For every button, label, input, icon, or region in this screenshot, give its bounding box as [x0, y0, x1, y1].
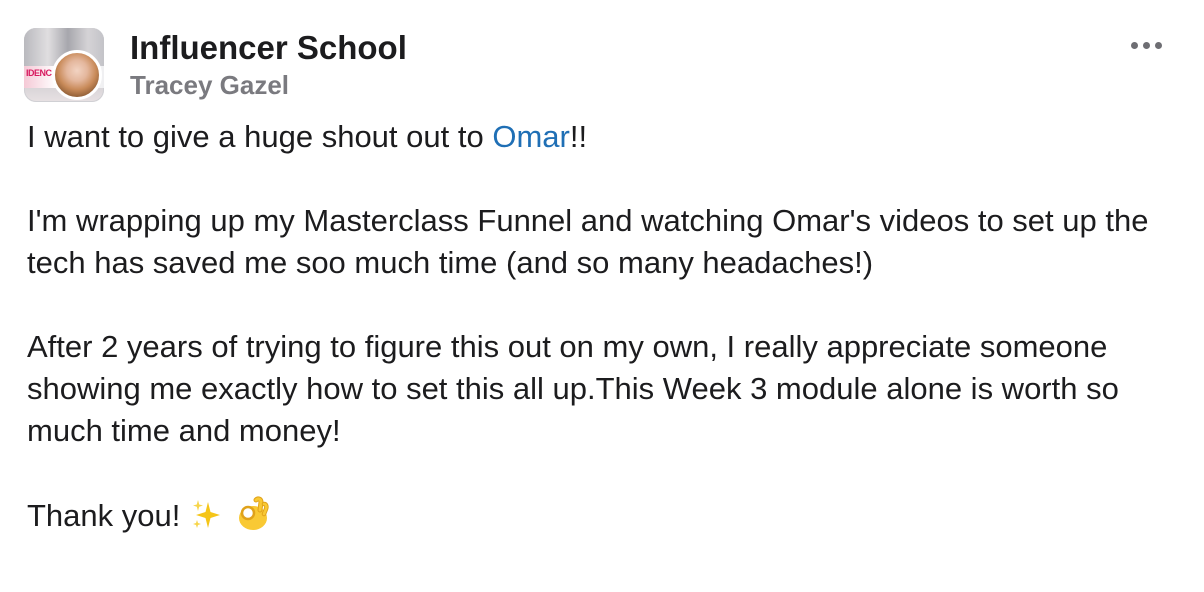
post-card: IDENC Influencer School Tracey Gazel I w…: [0, 0, 1204, 592]
post-closing: Thank you!: [27, 494, 1187, 543]
post-paragraph-3: After 2 years of trying to figure this o…: [27, 329, 1119, 448]
more-horizontal-icon: [1155, 42, 1162, 49]
ok-hand-icon: [234, 494, 272, 543]
post-header: IDENC Influencer School Tracey Gazel: [24, 28, 407, 102]
shoutout-suffix: !!: [569, 119, 588, 154]
more-options-button[interactable]: [1127, 38, 1166, 53]
mention-link[interactable]: Omar: [492, 119, 570, 154]
author-name[interactable]: Tracey Gazel: [130, 69, 407, 101]
post-paragraph-2: I'm wrapping up my Masterclass Funnel an…: [27, 203, 1149, 280]
author-profile-photo: [52, 50, 102, 100]
sparkles-icon: [190, 498, 224, 543]
group-avatar[interactable]: IDENC: [24, 28, 104, 102]
post-paragraph-1: I want to give a huge shout out to Omar!…: [27, 116, 1187, 158]
more-horizontal-icon: [1143, 42, 1150, 49]
group-name[interactable]: Influencer School: [130, 29, 407, 67]
post-body: I want to give a huge shout out to Omar!…: [27, 116, 1187, 543]
closing-text: Thank you!: [27, 498, 181, 533]
shoutout-text: I want to give a huge shout out to: [27, 119, 493, 154]
avatar-brand-tag: IDENC: [26, 68, 52, 78]
header-text: Influencer School Tracey Gazel: [130, 29, 407, 101]
more-horizontal-icon: [1131, 42, 1138, 49]
